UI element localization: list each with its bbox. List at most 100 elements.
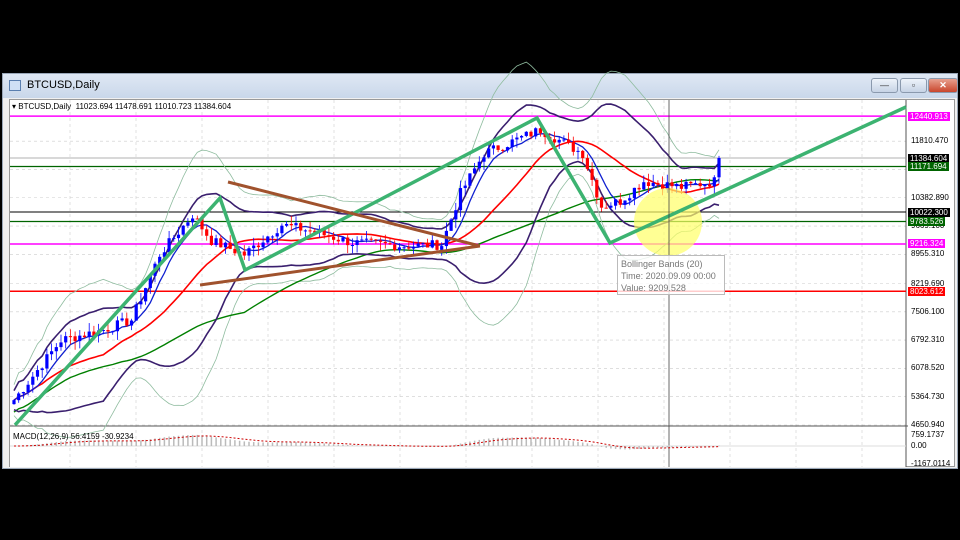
macd-axis-label: 0.00: [911, 441, 927, 450]
symbol-label[interactable]: ▾ BTCUSD,Daily: [12, 102, 71, 111]
bear-candle: [604, 207, 608, 209]
bull-candle: [473, 168, 477, 174]
bull-candle: [17, 393, 21, 401]
bull-candle: [78, 335, 82, 342]
bull-candle: [487, 148, 491, 158]
bull-candle: [12, 400, 16, 405]
bear-candle: [670, 182, 674, 187]
bull-candle: [609, 205, 613, 208]
price-chart[interactable]: [0, 0, 960, 540]
bull-candle: [360, 239, 364, 241]
macd-axis-label: -1167.0114: [911, 459, 951, 468]
bull-candle: [614, 199, 618, 206]
bull-candle: [520, 135, 524, 138]
bull-candle: [364, 238, 369, 240]
bull-candle: [628, 198, 632, 201]
bear-candle: [383, 241, 387, 244]
bear-candle: [496, 145, 500, 150]
bear-candle: [336, 239, 340, 242]
bear-candle: [205, 229, 209, 236]
price-axis-label: 10382.890: [911, 192, 949, 202]
bear-candle: [209, 235, 213, 246]
bull-candle: [642, 182, 646, 190]
bear-candle: [646, 182, 651, 186]
bull-candle: [397, 247, 401, 251]
bear-candle: [435, 240, 439, 250]
bull-candle: [266, 236, 270, 243]
bull-candle: [712, 177, 716, 187]
bear-candle: [599, 197, 604, 208]
bear-candle: [590, 168, 594, 180]
bull-candle: [675, 183, 679, 187]
bear-candle: [125, 318, 129, 326]
bull-candle: [172, 238, 176, 240]
bull-candle: [223, 242, 228, 248]
bull-candle: [421, 242, 425, 244]
bull-candle: [144, 288, 148, 302]
bear-candle: [501, 149, 505, 151]
bull-candle: [54, 347, 58, 352]
bull-candle: [120, 318, 124, 321]
bear-candle: [581, 150, 585, 159]
indicator-tooltip: Bollinger Bands (20) Time: 2020.09.09 00…: [617, 255, 725, 295]
tooltip-time: Time: 2020.09.09 00:00: [621, 271, 716, 281]
bull-candle: [176, 234, 181, 239]
price-axis-label: 6792.310: [911, 335, 945, 345]
bull-candle: [270, 236, 275, 238]
bull-candle: [59, 342, 63, 348]
bear-candle: [379, 240, 383, 242]
bear-candle: [552, 139, 557, 143]
bear-candle: [308, 230, 312, 232]
bear-candle: [219, 238, 223, 248]
price-tag: 8023.612: [908, 286, 946, 296]
bull-candle: [430, 240, 434, 248]
bull-candle: [252, 245, 256, 249]
tooltip-title: Bollinger Bands (20): [621, 259, 703, 269]
bear-candle: [327, 235, 331, 237]
price-axis-label: 11810.470: [911, 136, 949, 146]
price-axis-label: 5364.730: [911, 391, 945, 401]
ohlc-values: 11023.694 11478.691 11010.723 11384.604: [75, 102, 232, 111]
price-tag: 9216.324: [908, 239, 946, 249]
bull-candle: [562, 139, 566, 141]
price-axis-label: 4650.940: [911, 420, 945, 429]
bear-candle: [571, 141, 575, 152]
bull-candle: [261, 242, 265, 248]
bear-candle: [426, 242, 430, 248]
bull-candle: [35, 370, 40, 377]
bear-candle: [242, 251, 246, 256]
bull-candle: [463, 185, 467, 189]
bear-candle: [228, 242, 232, 249]
bear-candle: [407, 247, 411, 249]
bull-candle: [449, 219, 453, 231]
bull-candle: [524, 131, 528, 136]
bear-candle: [708, 184, 712, 187]
bear-candle: [393, 244, 397, 251]
price-tag: 10022.300: [908, 207, 950, 217]
bear-candle: [73, 336, 77, 342]
bull-candle: [703, 184, 707, 187]
bull-candle: [111, 331, 115, 333]
bull-candle: [717, 158, 721, 178]
bull-candle: [651, 182, 655, 186]
macd-axis-label: 759.1737: [911, 430, 945, 439]
ohlc-header: ▾ BTCUSD,Daily 11023.694 11478.691 11010…: [12, 102, 231, 111]
bull-candle: [191, 218, 195, 223]
bull-candle: [45, 354, 49, 369]
bull-candle: [623, 200, 627, 205]
bear-candle: [595, 179, 599, 198]
bear-candle: [529, 131, 533, 137]
bull-candle: [505, 147, 510, 151]
bull-candle: [557, 139, 561, 143]
bull-candle: [477, 161, 481, 169]
bear-candle: [289, 223, 293, 226]
bull-candle: [167, 238, 171, 253]
bull-candle: [515, 137, 519, 140]
price-tag: 9783.526: [908, 217, 946, 226]
bull-candle: [454, 210, 458, 220]
macd-label: MACD(12,26,9) 56.4159 -30.9234: [13, 432, 134, 441]
bull-candle: [285, 223, 289, 226]
bull-candle: [491, 145, 495, 149]
bull-candle: [280, 225, 284, 234]
bear-candle: [679, 183, 683, 189]
